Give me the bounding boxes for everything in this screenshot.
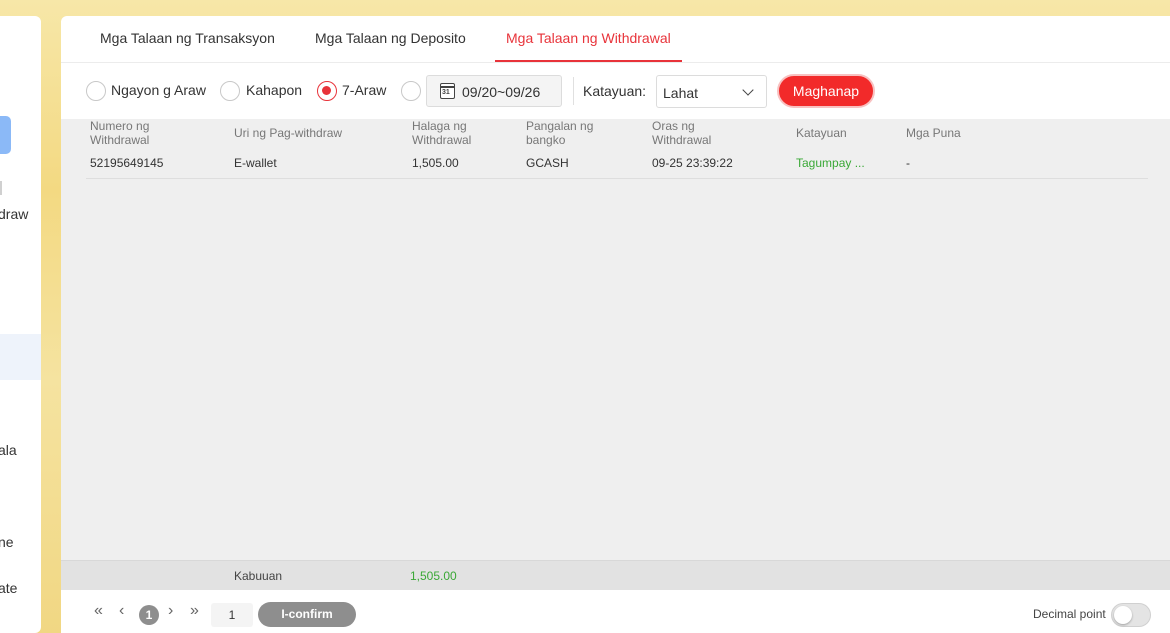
tab-deposits[interactable]: Mga Talaan ng Deposito [315, 30, 466, 46]
cell-type: E-wallet [234, 156, 277, 170]
sidebar-item-ala[interactable]: ala [0, 442, 17, 458]
total-amount: 1,505.00 [410, 569, 457, 583]
withdrawal-table: Numero ng Withdrawal Uri ng Pag-withdraw… [61, 119, 1170, 560]
table-row[interactable]: 52195649145 E-wallet 1,505.00 GCASH 09-2… [86, 149, 1148, 179]
current-page[interactable]: 1 [139, 605, 159, 625]
column-header-amount: Halaga ng Withdrawal [412, 119, 472, 147]
sidebar-item-ate[interactable]: ate [0, 580, 17, 596]
sidebar-item-withdraw[interactable]: draw [0, 206, 28, 222]
first-page-icon[interactable]: « [94, 603, 103, 619]
filter-bar: Ngayon g Araw Kahapon 7-Araw 31 09/20~09… [61, 63, 1170, 119]
main-panel: Mga Talaan ng Transaksyon Mga Talaan ng … [61, 16, 1170, 633]
cell-number: 52195649145 [90, 156, 164, 170]
radio-today-label[interactable]: Ngayon g Araw [111, 82, 206, 98]
decimal-point-label: Decimal point [1033, 607, 1106, 621]
status-select-value: Lahat [663, 85, 699, 101]
column-header-bank: Pangalan ng bangko [526, 119, 594, 147]
chevron-down-icon [742, 84, 754, 96]
tab-withdrawals[interactable]: Mga Talaan ng Withdrawal [506, 30, 671, 46]
cell-bank: GCASH [526, 156, 569, 170]
sidebar-item-ne[interactable]: ne [0, 534, 14, 550]
sidebar: draw ala ne ate [0, 16, 41, 633]
radio-yesterday-label[interactable]: Kahapon [246, 82, 302, 98]
confirm-page-button[interactable]: I-confirm [258, 602, 356, 627]
radio-yesterday[interactable] [220, 81, 240, 101]
radio-today[interactable] [86, 81, 106, 101]
pagination: « ‹ 1 › » I-confirm Decimal point [61, 590, 1170, 633]
column-header-type: Uri ng Pag-withdraw [234, 126, 343, 140]
search-button[interactable]: Maghanap [777, 74, 875, 108]
cell-time: 09-25 23:39:22 [652, 156, 733, 170]
date-range-picker[interactable]: 31 09/20~09/26 [426, 75, 562, 107]
sidebar-marker [0, 181, 2, 195]
cell-remarks: - [906, 156, 910, 170]
radio-7-days[interactable] [317, 81, 337, 101]
sidebar-active-item[interactable] [0, 334, 41, 380]
radio-custom-range[interactable] [401, 81, 421, 101]
calendar-icon: 31 [440, 83, 455, 99]
page-number-input[interactable] [211, 603, 253, 627]
total-label: Kabuuan [234, 569, 283, 583]
last-page-icon[interactable]: » [190, 603, 199, 619]
decimal-point-toggle[interactable] [1111, 603, 1151, 627]
filter-divider [573, 77, 574, 105]
column-header-remarks: Mga Puna [906, 126, 961, 140]
status-select[interactable]: Lahat [656, 75, 767, 108]
tab-transactions[interactable]: Mga Talaan ng Transaksyon [100, 30, 275, 46]
sidebar-blue-button[interactable] [0, 116, 11, 154]
totals-row: Kabuuan 1,505.00 [61, 560, 1170, 590]
cell-status: Tagumpay ... [796, 156, 865, 170]
date-range-value: 09/20~09/26 [462, 84, 541, 100]
column-header-status: Katayuan [796, 126, 847, 140]
next-page-icon[interactable]: › [168, 603, 173, 619]
tab-bar: Mga Talaan ng Transaksyon Mga Talaan ng … [61, 16, 1170, 63]
status-filter-label: Katayuan: [583, 83, 647, 99]
column-header-number: Numero ng Withdrawal [90, 119, 150, 147]
prev-page-icon[interactable]: ‹ [119, 603, 124, 619]
active-tab-underline [495, 60, 682, 62]
radio-7-days-label[interactable]: 7-Araw [342, 82, 386, 98]
cell-amount: 1,505.00 [412, 156, 459, 170]
column-header-time: Oras ng Withdrawal [652, 119, 712, 147]
